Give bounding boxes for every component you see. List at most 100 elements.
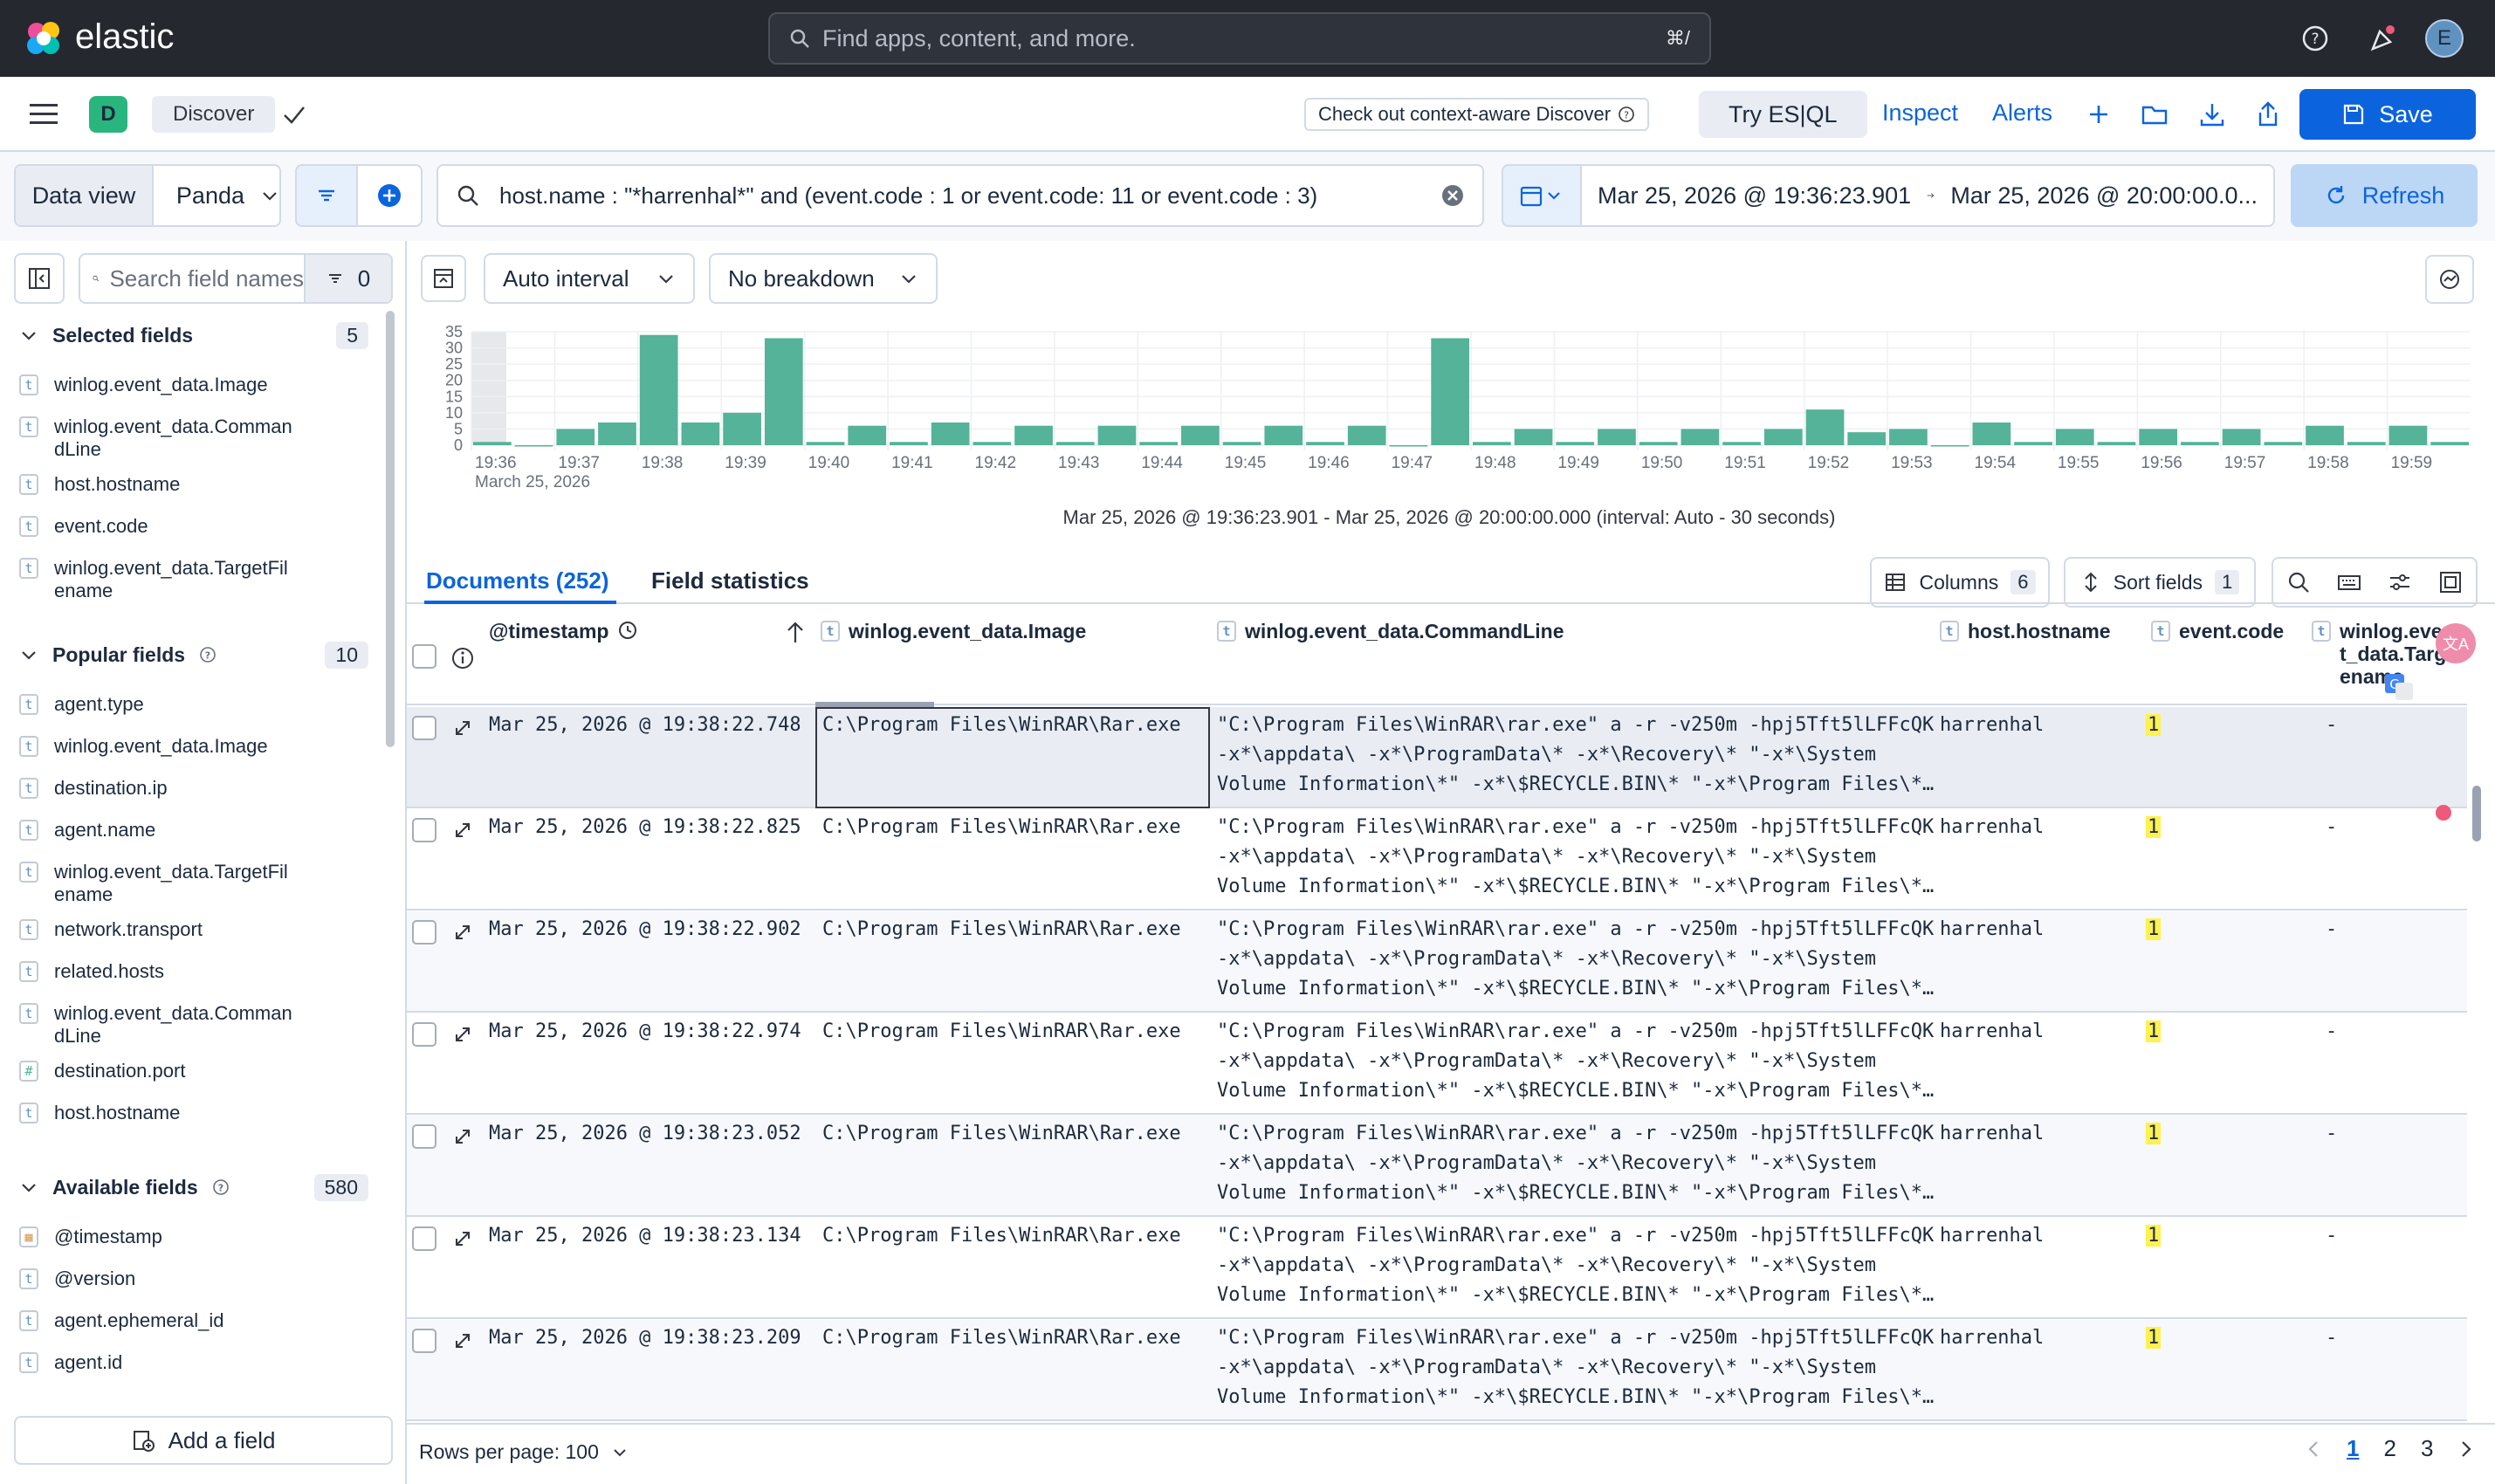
document-histogram[interactable]: 35302520151050 19:36 19:37 19:38 19:39 19:40 1… (419, 318, 2479, 492)
histogram-bar[interactable] (1139, 442, 1179, 445)
cell-eventcode[interactable]: 1 (2146, 1323, 2162, 1353)
field-type-filter-button[interactable]: 0 (304, 255, 391, 302)
cell-commandline-line2[interactable]: -x*\appdata\ -x*\ProgramData\* -x*\Recov… (1217, 1353, 1876, 1383)
histogram-bar[interactable] (1514, 429, 1553, 445)
cell-commandline-line2[interactable]: -x*\appdata\ -x*\ProgramData\* -x*\Recov… (1217, 1047, 1876, 1076)
interval-select[interactable]: Auto interval (484, 253, 695, 304)
elastic-logo-icon[interactable] (24, 19, 63, 58)
cell-eventcode[interactable]: 1 (2146, 711, 2162, 740)
row-checkbox[interactable] (412, 1124, 436, 1149)
fullscreen-icon[interactable] (2437, 569, 2464, 595)
column-header-eventcode[interactable]: t event.code (2151, 620, 2284, 643)
keyboard-icon[interactable] (2336, 569, 2362, 595)
field-item[interactable]: t agent.type (19, 693, 368, 716)
cell-hostname[interactable]: harrenhal (1940, 1323, 2044, 1353)
histogram-bar[interactable] (1889, 429, 1928, 445)
cell-commandline-line3[interactable]: Volume Information\*" -x*\$RECYCLE.BIN\*… (1217, 1383, 1934, 1412)
cell-eventcode[interactable]: 1 (2146, 915, 2162, 945)
tab-field-statistics[interactable]: Field statistics (651, 567, 809, 594)
cell-timestamp[interactable]: Mar 25, 2026 @ 19:38:23.052 (489, 1119, 801, 1149)
available-fields-header[interactable]: Available fields ? 580 (19, 1171, 368, 1203)
cell-commandline-line3[interactable]: Volume Information\*" -x*\$RECYCLE.BIN\*… (1217, 974, 1934, 1004)
histogram-bar[interactable] (973, 442, 1012, 445)
column-header-targetfilename[interactable]: t winlog.event t_data.Targe ename (2312, 620, 2461, 688)
histogram-bar[interactable] (1847, 432, 1887, 445)
field-item[interactable]: t winlog.event_data.Image (19, 735, 368, 758)
field-item[interactable]: t event.code (19, 515, 368, 538)
histogram-bar[interactable] (2430, 442, 2469, 445)
alerts-button[interactable]: Alerts (1992, 100, 2052, 127)
add-field-button[interactable]: Add a field (14, 1416, 393, 1465)
quick-date-menu-button[interactable] (1502, 164, 1582, 227)
cell-eventcode[interactable]: 1 (2146, 813, 2162, 842)
histogram-bar[interactable] (848, 425, 887, 445)
brand-name[interactable]: elastic (75, 17, 174, 57)
focused-cell-outline[interactable] (815, 707, 1210, 808)
share-icon[interactable] (2252, 99, 2284, 130)
clear-query-icon[interactable] (1440, 183, 1465, 208)
cell-commandline-line3[interactable]: Volume Information\*" -x*\$RECYCLE.BIN\*… (1217, 872, 1934, 902)
cell-eventcode[interactable]: 1 (2146, 1221, 2162, 1251)
cell-timestamp[interactable]: Mar 25, 2026 @ 19:38:23.134 (489, 1221, 801, 1251)
cell-hostname[interactable]: harrenhal (1940, 1017, 2044, 1047)
histogram-bar[interactable] (1014, 425, 1053, 445)
cell-commandline-line2[interactable]: -x*\appdata\ -x*\ProgramData\* -x*\Recov… (1217, 1149, 1876, 1178)
open-folder-icon[interactable] (2139, 99, 2170, 130)
cell-timestamp[interactable]: Mar 25, 2026 @ 19:38:22.748 (489, 711, 801, 740)
cell-hostname[interactable]: harrenhal (1940, 1221, 2044, 1251)
sort-fields-button[interactable]: Sort fields 1 (2064, 557, 2256, 608)
row-checkbox[interactable] (412, 818, 436, 842)
cell-commandline-line2[interactable]: -x*\appdata\ -x*\ProgramData\* -x*\Recov… (1217, 740, 1876, 770)
field-item[interactable]: t related.hosts (19, 960, 368, 983)
cell-image[interactable]: C:\Program Files\WinRAR\Rar.exe (822, 1017, 1181, 1047)
cell-targetfilename[interactable]: - (2326, 813, 2337, 842)
download-icon[interactable] (2196, 99, 2228, 130)
page-3[interactable]: 3 (2421, 1435, 2433, 1462)
cell-commandline-line3[interactable]: Volume Information\*" -x*\$RECYCLE.BIN\*… (1217, 1076, 1934, 1106)
field-item[interactable]: t agent.name (19, 819, 368, 842)
cell-commandline-line2[interactable]: -x*\appdata\ -x*\ProgramData\* -x*\Recov… (1217, 842, 1876, 872)
histogram-bar[interactable] (1805, 409, 1845, 445)
hamburger-menu-icon[interactable] (26, 99, 61, 130)
field-item[interactable]: t winlog.event_data.TargetFil ename (19, 861, 368, 906)
user-avatar[interactable]: E (2425, 19, 2464, 58)
histogram-bar[interactable] (1598, 429, 1636, 445)
field-item[interactable]: t winlog.event_data.Image (19, 374, 368, 396)
cell-commandline-line1[interactable]: "C:\Program Files\WinRAR\rar.exe" a -r -… (1217, 1221, 1934, 1251)
column-header-hostname[interactable]: t host.hostname (1940, 620, 2111, 643)
display-settings-icon[interactable] (2387, 569, 2413, 595)
column-header-image[interactable]: t winlog.event_data.Image (821, 620, 1086, 643)
inspect-button[interactable]: Inspect (1882, 100, 1958, 127)
grid-scrollbar[interactable] (2472, 786, 2481, 842)
histogram-bar[interactable] (1763, 429, 1803, 445)
cell-commandline-line3[interactable]: Volume Information\*" -x*\$RECYCLE.BIN\*… (1217, 770, 1934, 800)
histogram-bar[interactable] (2222, 429, 2261, 445)
row-checkbox[interactable] (412, 1022, 436, 1047)
histogram-bar[interactable] (2388, 425, 2428, 445)
date-start[interactable]: Mar 25, 2026 @ 19:36:23.901 (1598, 182, 1911, 210)
field-item[interactable]: t winlog.event_data.Comman dLine (19, 1002, 368, 1048)
histogram-bar[interactable] (681, 423, 720, 445)
histogram-bar[interactable] (1972, 423, 2011, 445)
cell-image[interactable]: C:\Program Files\WinRAR\Rar.exe (822, 1119, 1181, 1149)
field-search-input[interactable]: Search field names 0 (79, 253, 393, 304)
field-item[interactable]: # destination.port (19, 1060, 368, 1082)
cell-commandline-line1[interactable]: "C:\Program Files\WinRAR\rar.exe" a -r -… (1217, 813, 1934, 842)
cell-commandline-line2[interactable]: -x*\appdata\ -x*\ProgramData\* -x*\Recov… (1217, 1251, 1876, 1281)
news-feed-icon[interactable] (2366, 21, 2401, 56)
cell-commandline-line3[interactable]: Volume Information\*" -x*\$RECYCLE.BIN\*… (1217, 1178, 1934, 1208)
field-item[interactable]: t host.hostname (19, 1102, 368, 1124)
field-item[interactable]: t winlog.event_data.Comman dLine (19, 416, 368, 461)
cell-targetfilename[interactable]: - (2326, 1323, 2337, 1353)
cell-targetfilename[interactable]: - (2326, 1221, 2337, 1251)
breadcrumb-discover[interactable]: Discover (152, 96, 276, 133)
field-item[interactable]: ▦ @timestamp (19, 1226, 368, 1248)
chart-toggle-button[interactable] (421, 255, 466, 302)
field-item[interactable]: t destination.ip (19, 777, 368, 800)
histogram-bar[interactable] (556, 429, 595, 445)
histogram-bar[interactable] (2014, 442, 2052, 445)
histogram-bar[interactable] (2347, 442, 2386, 445)
columns-button[interactable]: Columns 6 (1870, 557, 2050, 608)
histogram-bar[interactable] (1473, 442, 1511, 445)
row-checkbox[interactable] (412, 1329, 436, 1353)
